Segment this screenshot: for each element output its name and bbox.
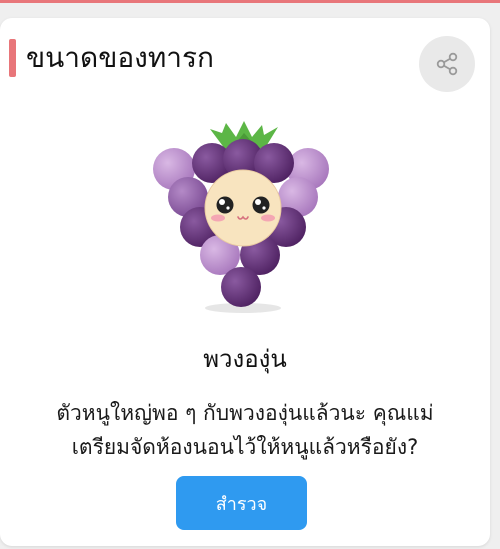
- fruit-name: พวงองุ่น: [203, 345, 287, 373]
- grape-face: [204, 169, 282, 247]
- grape-berry: [221, 267, 261, 307]
- explore-button[interactable]: สำรวจ: [176, 476, 307, 530]
- description-line-1: ตัวหนูใหญ่พอ ๆ กับพวงองุ่นแล้วนะ คุณแม่: [56, 401, 434, 425]
- card-title: ขนาดของทารก: [26, 41, 214, 74]
- grape-cluster-illustration: [153, 121, 329, 313]
- description-line-2: เตรียมจัดห้องนอนไว้ให้หนูแล้วหรือยัง?: [71, 435, 419, 459]
- title-accent-bar: [9, 39, 16, 77]
- share-icon: [436, 52, 458, 76]
- top-accent-strip: [0, 0, 500, 3]
- size-description: ตัวหนูใหญ่พอ ๆ กับพวงองุ่นแล้วนะ คุณแม่ …: [20, 396, 470, 464]
- share-button[interactable]: [419, 36, 475, 92]
